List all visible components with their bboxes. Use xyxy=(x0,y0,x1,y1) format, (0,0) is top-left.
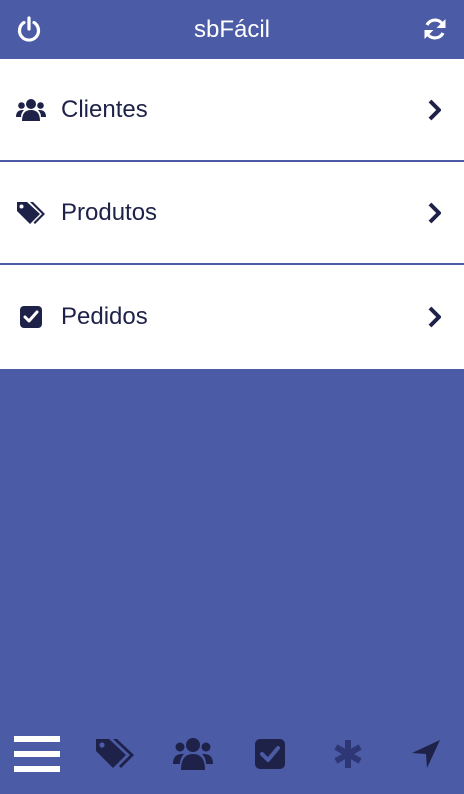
location-button[interactable] xyxy=(403,731,449,777)
tags-icon xyxy=(95,739,134,768)
menu-button[interactable] xyxy=(14,731,60,777)
menu-item-label: Clientes xyxy=(61,95,148,123)
refresh-icon xyxy=(424,18,446,40)
checkbox-icon xyxy=(16,304,46,330)
menu-item-label: Produtos xyxy=(61,198,158,226)
app-header: sbFácil xyxy=(0,0,464,59)
menu-item-clientes[interactable]: Clientes xyxy=(0,59,464,162)
menu-item-label: Pedidos xyxy=(61,303,148,330)
refresh-button[interactable] xyxy=(421,15,449,43)
app-title: sbFácil xyxy=(193,15,271,43)
chevron-right-icon xyxy=(428,202,441,223)
power-button[interactable] xyxy=(15,15,43,43)
chevron-right-icon xyxy=(428,99,441,120)
clients-button[interactable] xyxy=(170,731,216,777)
menu-item-produtos[interactable]: Produtos xyxy=(0,162,464,265)
chevron-right-icon xyxy=(428,306,441,328)
users-icon xyxy=(172,738,213,770)
asterisk-icon xyxy=(334,740,362,768)
asterisk-button[interactable] xyxy=(325,731,371,777)
power-icon xyxy=(17,16,41,42)
location-arrow-icon xyxy=(411,740,440,768)
orders-button[interactable] xyxy=(247,731,293,777)
bottom-toolbar xyxy=(0,714,464,794)
users-icon xyxy=(16,97,46,123)
main-menu: Clientes Produtos Pedidos xyxy=(0,59,464,369)
menu-item-pedidos[interactable]: Pedidos xyxy=(0,265,464,369)
checkbox-icon xyxy=(255,739,286,769)
menu-icon xyxy=(14,736,60,772)
products-button[interactable] xyxy=(92,731,138,777)
tags-icon xyxy=(16,200,46,226)
